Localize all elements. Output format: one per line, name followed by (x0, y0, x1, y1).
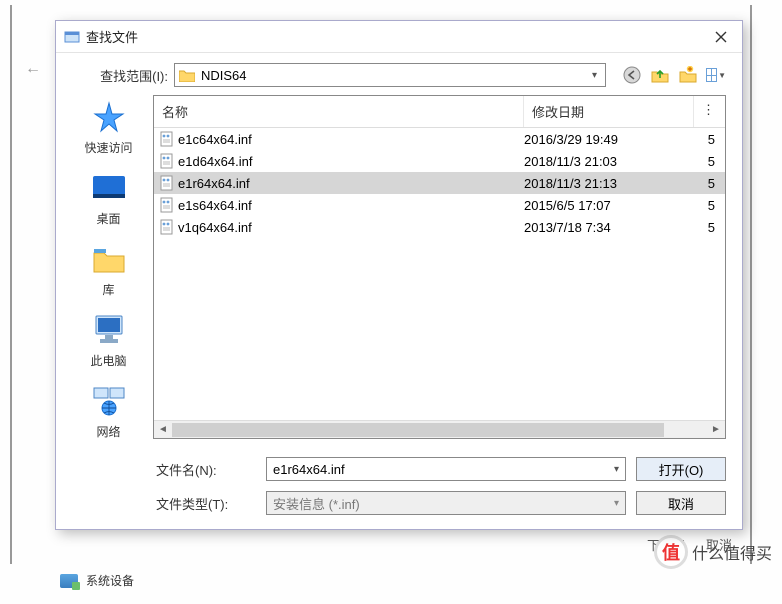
site-watermark: 值 什么值得买 (654, 535, 772, 569)
file-extra: 5 (694, 154, 725, 169)
file-date: 2018/11/3 21:03 (524, 154, 694, 169)
column-date[interactable]: 修改日期 (524, 96, 694, 127)
file-row[interactable]: v1q64x64.inf2013/7/18 7:345 (154, 216, 725, 238)
scroll-right-icon[interactable]: ► (707, 424, 725, 435)
place-label: 此电脑 (90, 352, 126, 369)
file-row[interactable]: e1r64x64.inf2018/11/3 21:135 (154, 172, 725, 194)
chevron-down-icon: ▾ (614, 498, 619, 509)
system-devices-label: 系统设备 (86, 572, 134, 589)
network-icon (89, 383, 129, 419)
place-label: 桌面 (96, 210, 120, 227)
open-button[interactable]: 打开(O) (636, 457, 726, 481)
chevron-down-icon: ▾ (614, 464, 619, 475)
bg-tree-item-system-devices: 系统设备 (60, 572, 134, 589)
up-one-level-icon[interactable] (650, 65, 670, 85)
file-date: 2018/11/3 21:13 (524, 176, 694, 191)
place-desktop[interactable]: 桌面 (72, 170, 145, 227)
file-extra: 5 (694, 198, 725, 213)
inf-file-icon (154, 131, 176, 147)
back-arrow-icon: ← (25, 60, 41, 78)
file-extra: 5 (694, 176, 725, 191)
file-name: e1s64x64.inf (176, 198, 524, 213)
inf-file-icon (154, 197, 176, 213)
inf-file-icon (154, 153, 176, 169)
lookin-value: NDIS64 (201, 68, 582, 83)
file-name: v1q64x64.inf (176, 220, 524, 235)
place-label: 网络 (96, 423, 120, 440)
desktop-icon (89, 170, 129, 206)
view-menu-button[interactable]: ▼ (706, 65, 726, 85)
file-name: e1c64x64.inf (176, 132, 524, 147)
library-icon (89, 241, 129, 277)
filename-value: e1r64x64.inf (273, 462, 345, 477)
new-folder-icon[interactable] (678, 65, 698, 85)
file-date: 2015/6/5 17:07 (524, 198, 694, 213)
lookin-label: 查找范围(I): (72, 66, 168, 85)
filename-combobox[interactable]: e1r64x64.inf ▾ (266, 457, 626, 481)
place-this-pc[interactable]: 此电脑 (72, 312, 145, 369)
filetype-value: 安装信息 (*.inf) (273, 494, 360, 513)
file-name: e1d64x64.inf (176, 154, 524, 169)
file-row[interactable]: e1d64x64.inf2018/11/3 21:035 (154, 150, 725, 172)
close-button[interactable] (706, 25, 736, 49)
app-icon (64, 29, 80, 45)
find-file-dialog: 查找文件 查找范围(I): NDIS64 ▾ ▼ (55, 20, 743, 530)
place-network[interactable]: 网络 (72, 383, 145, 440)
inf-file-icon (154, 175, 176, 191)
file-row[interactable]: e1s64x64.inf2015/6/5 17:075 (154, 194, 725, 216)
view-grid-icon (706, 68, 717, 82)
place-library[interactable]: 库 (72, 241, 145, 298)
file-list-header: 名称 修改日期 ⋮ (154, 96, 725, 128)
file-name: e1r64x64.inf (176, 176, 524, 191)
scroll-left-icon[interactable]: ◄ (154, 424, 172, 435)
watermark-icon: 值 (654, 535, 688, 569)
folder-icon (179, 69, 195, 82)
chevron-down-icon: ▼ (718, 71, 726, 80)
file-row[interactable]: e1c64x64.inf2016/3/29 19:495 (154, 128, 725, 150)
horizontal-scrollbar[interactable]: ◄ ► (154, 420, 725, 438)
lookin-combobox[interactable]: NDIS64 ▾ (174, 63, 606, 87)
file-extra: 5 (694, 132, 725, 147)
titlebar: 查找文件 (56, 21, 742, 53)
file-extra: 5 (694, 220, 725, 235)
inf-file-icon (154, 219, 176, 235)
file-date: 2013/7/18 7:34 (524, 220, 694, 235)
file-date: 2016/3/29 19:49 (524, 132, 694, 147)
chevron-down-icon: ▾ (588, 70, 601, 81)
cancel-button[interactable]: 取消 (636, 491, 726, 515)
watermark-text: 什么值得买 (692, 540, 772, 564)
place-label: 库 (102, 281, 114, 298)
place-quick-access[interactable]: 快速访问 (72, 99, 145, 156)
nav-back-icon[interactable] (622, 65, 642, 85)
scrollbar-thumb[interactable] (172, 423, 664, 437)
system-devices-icon (60, 574, 78, 588)
filename-label: 文件名(N): (156, 460, 256, 479)
places-bar: 快速访问 桌面 库 此电脑 (72, 95, 145, 439)
column-more[interactable]: ⋮ (694, 96, 725, 127)
dialog-title: 查找文件 (86, 27, 138, 46)
file-list-pane: 名称 修改日期 ⋮ e1c64x64.inf2016/3/29 19:495e1… (153, 95, 726, 439)
this-pc-icon (89, 312, 129, 348)
filetype-combobox[interactable]: 安装信息 (*.inf) ▾ (266, 491, 626, 515)
place-label: 快速访问 (84, 139, 132, 156)
quick-access-icon (89, 99, 129, 135)
column-name[interactable]: 名称 (154, 96, 524, 127)
filetype-label: 文件类型(T): (156, 494, 256, 513)
